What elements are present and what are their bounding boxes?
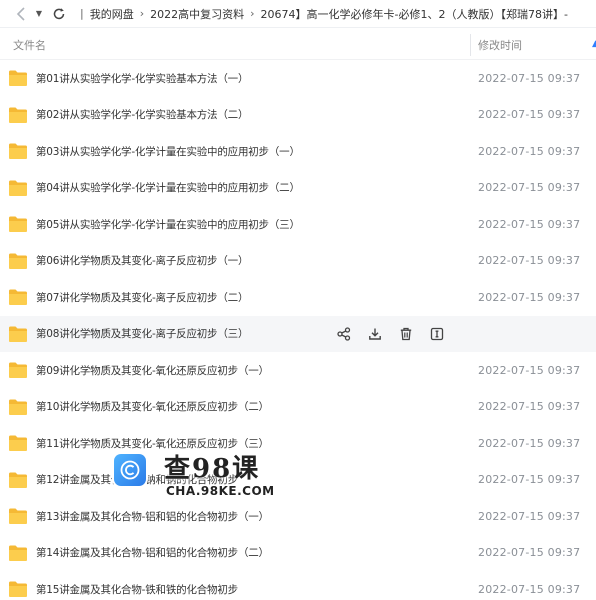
file-row[interactable]: 第03讲从实验学化学-化学计量在实验中的应用初步（一） 2022-07-15 09…	[0, 133, 596, 170]
back-icon[interactable]	[10, 0, 32, 27]
file-row[interactable]: 第14讲金属及其化合物-铝和铝的化合物初步（二） 2022-07-15 09:37	[0, 535, 596, 572]
file-row[interactable]: 第04讲从实验学化学-化学计量在实验中的应用初步（二） 2022-07-15 09…	[0, 170, 596, 207]
file-modified-time: 2022-07-15 09:37	[478, 71, 581, 85]
file-modified-time: 2022-07-15 09:37	[478, 436, 581, 450]
file-name[interactable]: 第09讲化学物质及其变化-氧化还原反应初步（一）	[36, 363, 269, 378]
watermark-logo-icon	[114, 454, 146, 486]
history-dropdown-icon[interactable]: ▼	[32, 0, 46, 27]
folder-icon	[8, 252, 28, 270]
file-row[interactable]: 第13讲金属及其化合物-铝和铝的化合物初步（一） 2022-07-15 09:37	[0, 498, 596, 535]
file-modified-time: 2022-07-15 09:37	[478, 400, 581, 414]
folder-icon	[8, 215, 28, 233]
file-modified-time: 2022-07-15 09:37	[478, 217, 581, 231]
file-row[interactable]: 第15讲金属及其化合物-铁和铁的化合物初步 2022-07-15 09:37	[0, 571, 596, 600]
file-row[interactable]: 第06讲化学物质及其变化-离子反应初步（一） 2022-07-15 09:37	[0, 243, 596, 280]
share-icon[interactable]	[336, 326, 352, 342]
folder-icon	[8, 544, 28, 562]
file-row[interactable]: 第07讲化学物质及其变化-离子反应初步（二） 2022-07-15 09:37	[0, 279, 596, 316]
chevron-right-icon: ›	[250, 7, 255, 20]
file-name[interactable]: 第05讲从实验学化学-化学计量在实验中的应用初步（三）	[36, 217, 300, 232]
folder-icon	[8, 434, 28, 452]
watermark-url: CHA.98KE.COM	[166, 484, 275, 498]
file-modified-time: 2022-07-15 09:37	[478, 290, 581, 304]
file-modified-time: 2022-07-15 09:37	[478, 582, 581, 596]
file-name[interactable]: 第13讲金属及其化合物-铝和铝的化合物初步（一）	[36, 509, 269, 524]
folder-icon	[8, 142, 28, 160]
toolbar: ▼ | 我的网盘 › 2022高中复习资料 › 20674】高一化学必修年卡-必…	[0, 0, 596, 28]
delete-icon[interactable]	[398, 326, 414, 342]
file-name[interactable]: 第03讲从实验学化学-化学计量在实验中的应用初步（一）	[36, 144, 300, 159]
folder-icon	[8, 580, 28, 598]
file-name[interactable]: 第04讲从实验学化学-化学计量在实验中的应用初步（二）	[36, 180, 300, 195]
folder-icon	[8, 361, 28, 379]
file-modified-time: 2022-07-15 09:37	[478, 254, 581, 268]
more-icon[interactable]	[429, 326, 445, 342]
chevron-right-icon: ›	[139, 7, 145, 20]
file-name[interactable]: 第08讲化学物质及其变化-离子反应初步（三）	[36, 326, 248, 341]
folder-icon	[8, 69, 28, 87]
file-modified-time: 2022-07-15 09:37	[478, 108, 581, 122]
column-header-time[interactable]: 修改时间	[478, 37, 522, 53]
breadcrumb-item-root[interactable]: 我的网盘	[88, 6, 136, 22]
file-name[interactable]: 第15讲金属及其化合物-铁和铁的化合物初步	[36, 582, 238, 597]
file-row[interactable]: 第10讲化学物质及其变化-氧化还原反应初步（二） 2022-07-15 09:37	[0, 389, 596, 426]
sort-arrow-icon[interactable]: ▲	[592, 39, 596, 49]
folder-icon	[8, 325, 28, 343]
list-header: 文件名 修改时间 ▲	[0, 30, 596, 60]
file-row[interactable]: 第08讲化学物质及其变化-离子反应初步（三）	[0, 315, 596, 352]
refresh-icon[interactable]	[48, 0, 70, 27]
folder-icon	[8, 106, 28, 124]
file-modified-time: 2022-07-15 09:37	[478, 546, 581, 560]
folder-icon	[8, 507, 28, 525]
breadcrumb-item-current[interactable]: 20674】高一化学必修年卡-必修1、2（人教版）【郑瑞78讲】-	[259, 6, 570, 22]
watermark-brand: 查98课	[164, 454, 261, 484]
file-name[interactable]: 第07讲化学物质及其变化-离子反应初步（二）	[36, 290, 248, 305]
file-name[interactable]: 第01讲从实验学化学-化学实验基本方法（一）	[36, 71, 248, 86]
file-row[interactable]: 第02讲从实验学化学-化学实验基本方法（二） 2022-07-15 09:37	[0, 97, 596, 134]
column-divider[interactable]	[470, 34, 471, 56]
file-name[interactable]: 第14讲金属及其化合物-铝和铝的化合物初步（二）	[36, 545, 269, 560]
file-row[interactable]: 第09讲化学物质及其变化-氧化还原反应初步（一） 2022-07-15 09:37	[0, 352, 596, 389]
file-modified-time: 2022-07-15 09:37	[478, 509, 581, 523]
file-modified-time: 2022-07-15 09:37	[478, 473, 581, 487]
column-header-name[interactable]: 文件名	[13, 37, 46, 53]
file-modified-time: 2022-07-15 09:37	[478, 144, 581, 158]
folder-icon	[8, 398, 28, 416]
file-modified-time: 2022-07-15 09:37	[478, 181, 581, 195]
breadcrumb: | 我的网盘 › 2022高中复习资料 › 20674】高一化学必修年卡-必修1…	[76, 6, 570, 22]
breadcrumb-separator: |	[80, 7, 84, 20]
file-list: 第01讲从实验学化学-化学实验基本方法（一） 2022-07-15 09:37 第0…	[0, 60, 596, 600]
file-row[interactable]: 第12讲金属及其化合物-钠和钠的化合物初步2022-07-15 09:37	[0, 462, 596, 499]
file-name[interactable]: 第10讲化学物质及其变化-氧化还原反应初步（二）	[36, 399, 269, 414]
folder-icon	[8, 179, 28, 197]
file-name[interactable]: 第02讲从实验学化学-化学实验基本方法（二）	[36, 107, 248, 122]
row-actions	[336, 326, 445, 342]
file-row[interactable]: 第01讲从实验学化学-化学实验基本方法（一） 2022-07-15 09:37	[0, 60, 596, 97]
file-name[interactable]: 第06讲化学物质及其变化-离子反应初步（一）	[36, 253, 248, 268]
folder-icon	[8, 471, 28, 489]
file-row[interactable]: 第05讲从实验学化学-化学计量在实验中的应用初步（三） 2022-07-15 09…	[0, 206, 596, 243]
file-modified-time: 2022-07-15 09:37	[478, 363, 581, 377]
download-icon[interactable]	[367, 326, 383, 342]
file-row[interactable]: 第11讲化学物质及其变化-氧化还原反应初步（三） 2022-07-15 09:37	[0, 425, 596, 462]
folder-icon	[8, 288, 28, 306]
breadcrumb-item-folder[interactable]: 2022高中复习资料	[148, 6, 246, 22]
